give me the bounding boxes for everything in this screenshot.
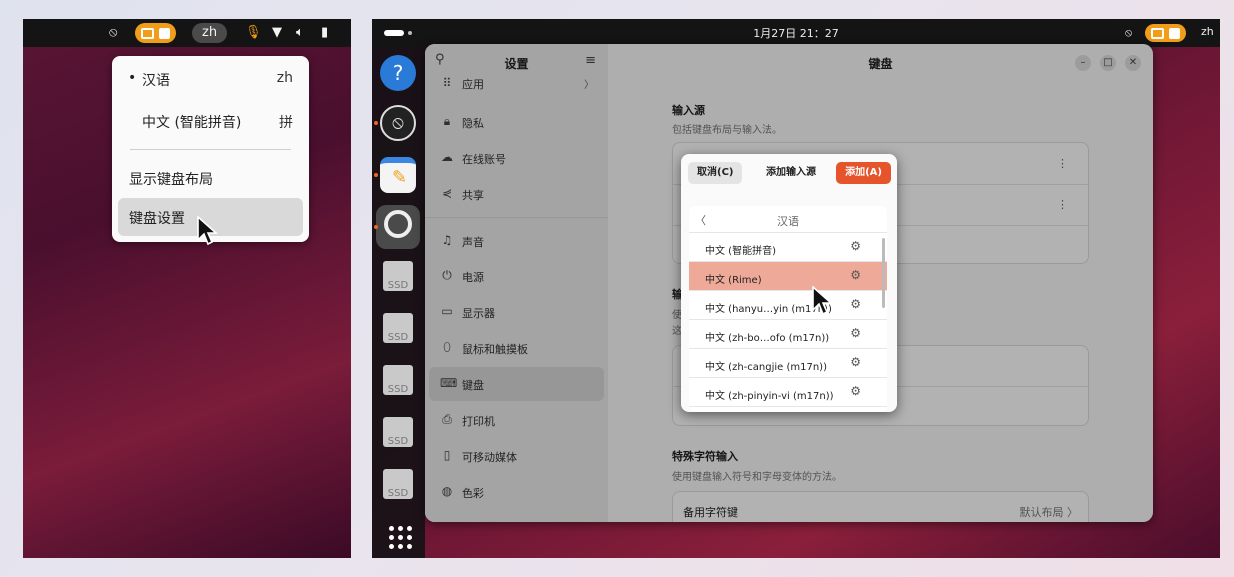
- menu-item-label: 显示键盘布局: [129, 172, 213, 188]
- running-indicator: [374, 173, 378, 177]
- menu-separator: [130, 149, 291, 150]
- menu-item-show-layout[interactable]: 显示键盘布局: [118, 159, 303, 197]
- option-label: 中文 (zh-cangjie (m17n)): [705, 362, 827, 373]
- stop-icon: [1169, 27, 1180, 39]
- input-method-indicator[interactable]: zh: [1201, 25, 1214, 38]
- option-label: 中文 (zh-pinyin-vi (m17n)): [705, 391, 834, 402]
- obs-app-icon[interactable]: ⦸: [380, 105, 416, 141]
- ssd-drive-icon[interactable]: SSD: [383, 365, 413, 395]
- settings-window: ⚲ 设置 ≡ ⠿ 应用 〉 🔒︎ 隐私 ☁ 在线账号 ⋞ 共享 ♫ 声音 ⏻ 电…: [425, 44, 1153, 522]
- gear-icon[interactable]: ⚙: [850, 268, 861, 282]
- gear-icon: [384, 210, 412, 238]
- mouse-cursor-icon: [812, 286, 834, 316]
- battery-icon[interactable]: ▮: [321, 19, 328, 47]
- input-source-option[interactable]: 中文 (zh-bo…ofo (m17n)) ⚙: [689, 320, 887, 349]
- gear-icon[interactable]: ⚙: [850, 355, 861, 369]
- screencast-icon: [141, 27, 154, 39]
- running-indicator: [374, 225, 378, 229]
- menu-item-hanyu[interactable]: • 汉语 zh: [118, 60, 303, 98]
- option-label: 中文 (Rime): [705, 275, 762, 286]
- input-method-menu: • 汉语 zh 中文 (智能拼音) 拼 显示键盘布局 键盘设置: [112, 56, 309, 242]
- volume-icon[interactable]: 🔈︎: [296, 19, 304, 47]
- list-scrollbar[interactable]: [882, 238, 885, 308]
- microphone-icon[interactable]: 🎙︎: [245, 19, 262, 47]
- pencil-icon: ✎: [392, 167, 408, 188]
- gear-icon[interactable]: ⚙: [850, 239, 861, 253]
- menu-item-label: 键盘设置: [129, 211, 185, 227]
- option-label: 中文 (智能拼音): [705, 246, 776, 257]
- obs-icon[interactable]: ⦸: [1125, 19, 1132, 47]
- menu-item-shortcut: zh: [276, 70, 293, 86]
- show-apps-grid-icon[interactable]: [380, 517, 416, 553]
- active-bullet: •: [128, 70, 137, 86]
- gear-icon[interactable]: ⚙: [850, 326, 861, 340]
- ssd-drive-icon[interactable]: SSD: [383, 261, 413, 291]
- screencast-icon: [1151, 27, 1164, 39]
- dock: ? ⦸ ✎ SSD SSD SSD SSD SSD: [372, 47, 425, 558]
- dialog-title: 添加输入源: [766, 167, 816, 178]
- menu-item-smart-pinyin[interactable]: 中文 (智能拼音) 拼: [118, 102, 303, 140]
- cancel-button[interactable]: 取消(C): [688, 162, 743, 184]
- menu-item-shortcut: 拼: [279, 115, 293, 131]
- stop-icon: [159, 27, 170, 39]
- input-source-option[interactable]: 中文 (智能拼音) ⚙: [689, 233, 887, 262]
- add-button[interactable]: 添加(A): [836, 162, 891, 184]
- language-header[interactable]: 〈 汉语: [689, 206, 887, 233]
- input-source-option[interactable]: 中文 (zh-pinyin-vi (m17n)) ⚙: [689, 378, 887, 407]
- screen-record-indicator[interactable]: [135, 23, 176, 43]
- gear-icon[interactable]: ⚙: [850, 297, 861, 311]
- left-screenshot: ⦸ zh 🎙︎ ▼ 🔈︎ ▮ • 汉语 zh 中文 (智能拼音) 拼 显示键盘布…: [23, 19, 351, 558]
- wifi-icon[interactable]: ▼: [272, 19, 282, 47]
- input-source-option[interactable]: 中文 (hanyu…yin (m17n)) ⚙: [689, 291, 887, 320]
- input-source-option[interactable]: 中文 (zh-cangjie (m17n)) ⚙: [689, 349, 887, 378]
- right-screenshot: 1月27日 21：27 ⦸ zh ? ⦸ ✎ SSD SSD SSD SSD S…: [372, 19, 1220, 558]
- add-input-source-dialog: 取消(C) 添加输入源 添加(A) 〈 汉语 中文 (智能拼音) ⚙ 中文 (R…: [681, 154, 897, 412]
- top-bar: 1月27日 21：27 ⦸ zh: [372, 19, 1220, 47]
- clock[interactable]: 1月27日 21：27: [372, 25, 1220, 41]
- input-source-option-selected[interactable]: 中文 (Rime) ⚙: [689, 262, 887, 291]
- input-source-list: 〈 汉语 中文 (智能拼音) ⚙ 中文 (Rime) ⚙ 中文 (hanyu…y…: [689, 206, 887, 412]
- input-method-indicator[interactable]: zh: [192, 23, 228, 43]
- menu-item-label: 汉语: [142, 73, 170, 89]
- ssd-drive-icon[interactable]: SSD: [383, 417, 413, 447]
- ssd-drive-icon[interactable]: SSD: [383, 313, 413, 343]
- option-label: 中文 (zh-bo…ofo (m17n)): [705, 333, 830, 344]
- menu-item-label: 中文 (智能拼音): [142, 115, 242, 131]
- text-editor-icon[interactable]: ✎: [380, 157, 416, 193]
- obs-icon[interactable]: ⦸: [109, 19, 117, 47]
- gear-icon[interactable]: ⚙: [850, 384, 861, 398]
- ssd-drive-icon[interactable]: SSD: [383, 469, 413, 499]
- settings-app-icon[interactable]: [376, 205, 420, 249]
- language-name: 汉语: [777, 215, 799, 228]
- help-icon[interactable]: ?: [380, 55, 416, 91]
- top-bar: ⦸ zh 🎙︎ ▼ 🔈︎ ▮: [23, 19, 351, 47]
- screen-record-indicator[interactable]: [1145, 24, 1186, 42]
- running-indicator: [374, 121, 378, 125]
- mouse-cursor-icon: [197, 216, 219, 246]
